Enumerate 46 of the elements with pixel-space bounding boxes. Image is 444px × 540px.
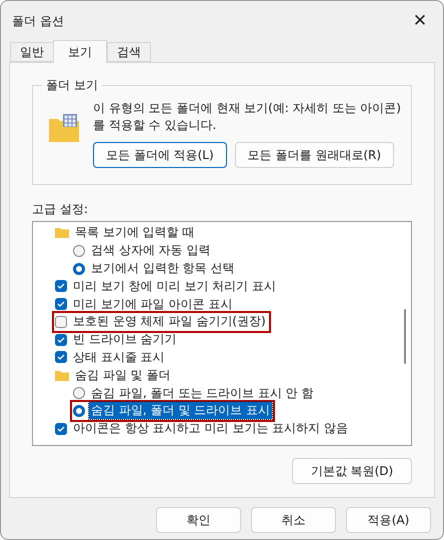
tab[interactable]: 검색: [107, 42, 151, 62]
settings-tree[interactable]: [32, 221, 412, 446]
option-label[interactable]: 숨김 파일, 폴더 및 드라이브 표시: [89, 402, 272, 420]
radio-button[interactable]: [73, 262, 85, 274]
checkbox[interactable]: [55, 280, 67, 292]
apply-folders-button[interactable]: 모든 폴더에 적용(L): [93, 142, 227, 168]
option-label[interactable]: 숨김 파일, 폴더 또는 드라이브 표시 안 함: [89, 384, 316, 402]
tab[interactable]: 보기: [53, 40, 107, 63]
option-label[interactable]: 미리 보기 창에 미리 보기 처리기 표시: [71, 278, 278, 295]
dialog-button[interactable]: 취소: [251, 507, 336, 533]
checkmark-icon: [57, 301, 65, 308]
description-text: 이 유형의 모든 폴더에 현재 보기(예: 자세히 또는 아이콘)를 적용할 수 있습니다.: [93, 100, 401, 134]
dialog-button[interactable]: 적용(A): [346, 507, 431, 533]
folder-grid-icon: [49, 114, 79, 142]
checkbox[interactable]: [55, 351, 67, 364]
checkbox[interactable]: [55, 298, 67, 310]
radio-button[interactable]: [73, 244, 85, 257]
dialog-button[interactable]: 확인: [156, 507, 241, 533]
close-button[interactable]: ✕: [397, 1, 443, 41]
option-label[interactable]: 보기에서 입력한 항목 선택: [89, 260, 236, 277]
checkmark-icon: [57, 426, 65, 432]
window-title: 폴더 옵션: [12, 12, 64, 30]
checkbox[interactable]: [55, 422, 67, 435]
option-label[interactable]: 아이콘은 항상 표시하고 미리 보기는 표시하지 않음: [71, 420, 350, 438]
checkmark-icon: [57, 283, 65, 290]
option-label[interactable]: 미리 보기에 파일 아이콘 표시: [71, 296, 234, 313]
checkmark-icon: [57, 354, 65, 360]
option-label[interactable]: 빈 드라이브 숨기기: [71, 331, 179, 348]
checkbox[interactable]: [55, 334, 67, 346]
section-label: 고급 설정:: [32, 201, 89, 218]
apply-folders-button[interactable]: 모든 폴더를 원래대로(R): [234, 142, 394, 168]
tree-folder-label: 목록 보기에 입력할 때: [74, 224, 196, 242]
radio-button[interactable]: [73, 404, 85, 417]
option-label[interactable]: 검색 상자에 자동 입력: [89, 242, 212, 260]
checkbox[interactable]: [55, 316, 67, 328]
checkmark-icon: [57, 336, 65, 343]
group-title: 폴더 보기: [45, 77, 99, 94]
scrollbar-thumb[interactable]: [404, 309, 406, 364]
tree-folder-label: 숨김 파일 및 폴더: [74, 366, 172, 384]
option-label[interactable]: 보호된 운영 체제 파일 숨기기(권장): [71, 313, 268, 330]
option-label[interactable]: 상태 표시줄 표시: [71, 348, 167, 366]
tab[interactable]: 일반: [10, 42, 54, 62]
folder-icon: [55, 227, 69, 238]
radio-button[interactable]: [73, 387, 85, 400]
folder-icon: [55, 370, 69, 381]
restore-defaults-button[interactable]: 기본값 복원(D): [292, 458, 412, 484]
